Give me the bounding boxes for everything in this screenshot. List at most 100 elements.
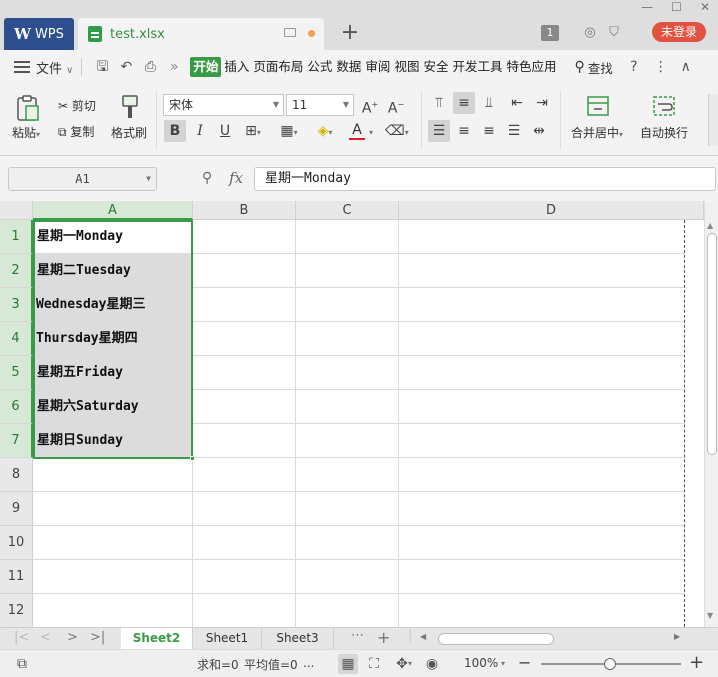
distributed-icon[interactable]: ⇹	[528, 120, 550, 142]
column-header-b[interactable]: B	[193, 201, 296, 220]
scroll-up-icon[interactable]: ▲	[707, 221, 713, 230]
row-header-2[interactable]: 2	[0, 254, 33, 288]
column-header-d[interactable]: D	[399, 201, 704, 220]
justify-icon[interactable]: ☰	[503, 120, 525, 142]
monitor-icon[interactable]	[284, 28, 296, 37]
first-sheet-icon[interactable]: |<	[14, 630, 29, 645]
tab-insert[interactable]: 插入	[223, 57, 250, 77]
document-tab[interactable]: test.xlsx	[78, 18, 324, 50]
zoom-in-button[interactable]: +	[689, 652, 704, 673]
row-header-8[interactable]: 8	[0, 458, 33, 492]
row-header-12[interactable]: 12	[0, 594, 33, 627]
minimize-icon[interactable]: —	[641, 0, 653, 16]
copy-button[interactable]: ⧉ 复制	[58, 123, 94, 140]
tab-special[interactable]: 特色应用	[505, 57, 557, 77]
bold-button[interactable]: B	[164, 120, 186, 142]
eye-protection-icon[interactable]: ◉	[422, 654, 442, 674]
maximize-icon[interactable]: ☐	[671, 0, 682, 16]
wrap-text-icon[interactable]	[652, 94, 676, 118]
row-header-4[interactable]: 4	[0, 322, 33, 356]
borders-icon[interactable]: ⊞▾	[242, 120, 264, 142]
save-icon[interactable]: 🖫	[93, 58, 111, 76]
tab-formulas[interactable]: 公式	[306, 57, 333, 77]
login-button[interactable]: 未登录	[652, 22, 706, 42]
merge-center-icon[interactable]	[586, 94, 610, 118]
zoom-out-button[interactable]: −	[518, 653, 531, 672]
cell-style-icon[interactable]: ▦▾	[278, 120, 300, 142]
scroll-right-icon[interactable]: ▶	[674, 632, 680, 641]
chevron-down-icon[interactable]: ▾	[408, 659, 412, 668]
row-header-5[interactable]: 5	[0, 356, 33, 390]
wrap-text-button[interactable]: 自动换行	[640, 124, 688, 141]
horizontal-scrollbar[interactable]: ◀ ▶	[418, 631, 688, 647]
chevron-down-icon[interactable]: ▾	[501, 659, 505, 668]
row-header-9[interactable]: 9	[0, 492, 33, 526]
name-box[interactable]: A1 ▼	[8, 167, 157, 191]
hamburger-menu-icon[interactable]	[14, 58, 30, 76]
last-sheet-icon[interactable]: >|	[90, 630, 105, 645]
format-painter-button[interactable]: 格式刷	[111, 124, 147, 141]
fill-color-icon[interactable]: ◈▾	[314, 120, 336, 142]
page-break-view-icon[interactable]: ⛶	[364, 654, 384, 674]
add-sheet-button[interactable]: +	[377, 628, 390, 647]
format-painter-icon[interactable]	[118, 94, 142, 120]
merge-center-button[interactable]: 合并居中▾	[571, 124, 623, 141]
tab-home[interactable]: 开始	[190, 57, 222, 77]
tab-page-layout[interactable]: 页面布局	[252, 57, 304, 77]
decrease-font-icon[interactable]: A−	[385, 94, 407, 117]
vertical-scrollbar[interactable]: ▲ ▼	[704, 201, 718, 627]
more-quick-access-icon[interactable]: »	[165, 58, 183, 76]
sheet-tab-sheet3[interactable]: Sheet3	[262, 628, 334, 649]
decrease-indent-icon[interactable]: ⇤	[506, 92, 528, 114]
prev-sheet-icon[interactable]: <	[40, 630, 51, 645]
zoom-slider[interactable]	[541, 658, 681, 670]
tab-count-badge[interactable]: 1	[541, 25, 559, 41]
sheet-tab-sheet1[interactable]: Sheet1	[193, 628, 262, 649]
macro-record-icon[interactable]: ⧉	[12, 654, 32, 674]
row-header-6[interactable]: 6	[0, 390, 33, 424]
horizontal-scroll-thumb[interactable]	[438, 633, 554, 645]
cut-button[interactable]: ✂ 剪切	[58, 97, 96, 114]
tab-developer[interactable]: 开发工具	[451, 57, 503, 77]
align-left-icon[interactable]: ☰	[428, 120, 450, 142]
help-icon[interactable]: ?	[625, 58, 643, 76]
next-sheet-icon[interactable]: >	[67, 630, 78, 645]
italic-button[interactable]: I	[189, 120, 211, 142]
align-top-icon[interactable]: ⫪	[428, 92, 450, 114]
wps-home-tab[interactable]: W WPS	[4, 18, 74, 50]
tab-review[interactable]: 审阅	[364, 57, 391, 77]
print-icon[interactable]: ⎙	[141, 58, 159, 76]
row-header-10[interactable]: 10	[0, 526, 33, 560]
row-header-11[interactable]: 11	[0, 560, 33, 594]
fill-handle[interactable]	[190, 456, 195, 461]
new-tab-button[interactable]: +	[338, 20, 362, 46]
scroll-down-icon[interactable]: ▼	[707, 611, 713, 620]
zoom-level[interactable]: 100%	[464, 656, 498, 670]
select-all-corner[interactable]	[0, 201, 33, 220]
row-header-1[interactable]: 1	[0, 220, 33, 254]
row-header-3[interactable]: 3	[0, 288, 33, 322]
collapse-ribbon-icon[interactable]: ∧	[677, 58, 695, 76]
row-header-7[interactable]: 7	[0, 424, 33, 458]
tab-security[interactable]: 安全	[422, 57, 449, 77]
zoom-slider-knob[interactable]	[604, 658, 616, 670]
font-name-select[interactable]: 宋体 ▼	[163, 94, 284, 116]
scroll-left-icon[interactable]: ◀	[420, 632, 426, 641]
insert-function-button[interactable]: fx	[229, 169, 243, 187]
normal-view-icon[interactable]: ▦	[338, 654, 358, 674]
vertical-scroll-thumb[interactable]	[707, 233, 717, 455]
paste-icon[interactable]	[14, 94, 42, 122]
search-button[interactable]: ⚲ 查找	[575, 58, 613, 77]
column-header-a[interactable]: A	[33, 201, 193, 220]
more-sheets-icon[interactable]: ⋯	[351, 628, 364, 643]
cloud-sync-icon[interactable]: ◎	[582, 25, 598, 41]
align-center-icon[interactable]: ≡	[453, 120, 475, 142]
paste-button[interactable]: 粘贴▾	[12, 124, 40, 141]
font-color-icon[interactable]: A	[349, 120, 365, 140]
tab-data[interactable]: 数据	[335, 57, 362, 77]
file-menu[interactable]: 文件 ∨	[36, 58, 73, 77]
formula-input[interactable]: 星期一Monday	[254, 167, 716, 191]
zoom-search-icon[interactable]: ⚲	[202, 170, 212, 186]
font-size-select[interactable]: 11 ▼	[286, 94, 354, 116]
increase-font-icon[interactable]: A+	[359, 94, 381, 117]
